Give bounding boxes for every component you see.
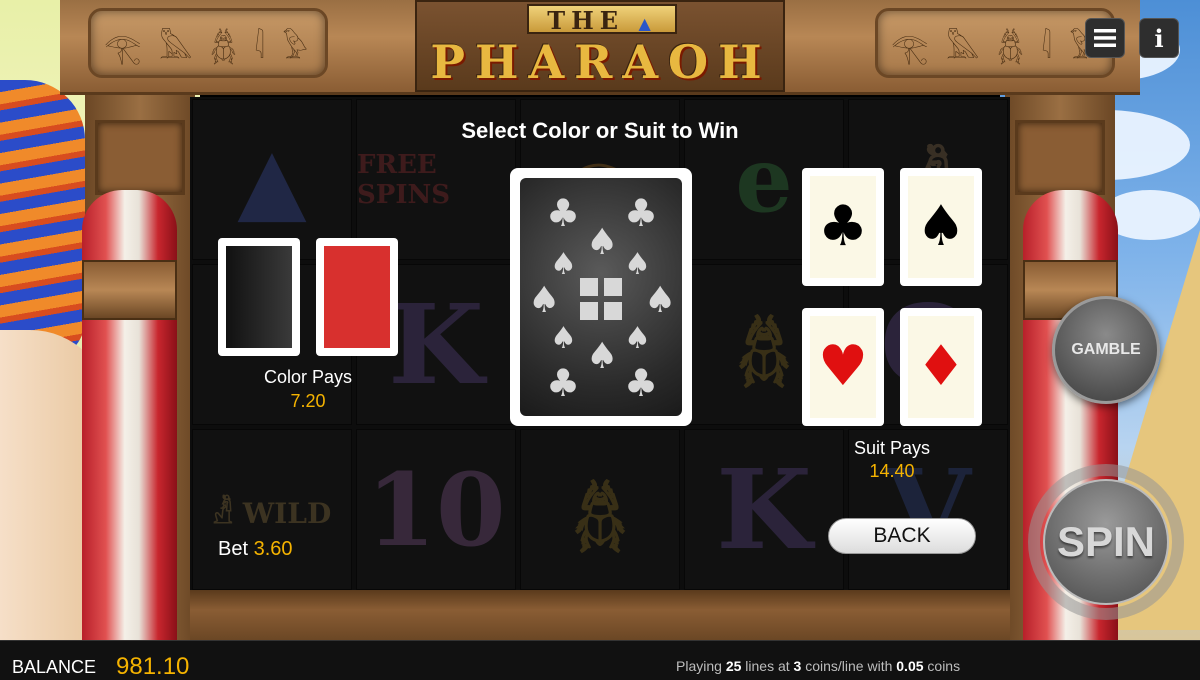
bottom-frame [190, 590, 1010, 640]
logo-the: THE ▲ [527, 4, 677, 35]
lines-count: 25 [725, 658, 742, 674]
info-mid1: lines at [745, 658, 790, 674]
face-down-card: ♣ ♣ ♣ ♣ ♠ ♠ ♠ ♠ ♠ ♠ ♠ ♠ [510, 168, 692, 426]
card-back-spade-club-pattern: ♣ ♣ ♣ ♣ ♠ ♠ ♠ ♠ ♠ ♠ ♠ ♠ [528, 191, 676, 405]
black-color-swatch [226, 246, 292, 348]
pharaoh-headdress-art [0, 80, 85, 360]
diamonds-icon: ♦ [908, 316, 974, 418]
balance-value: 981.10 [116, 653, 190, 680]
bet-value: 3.60 [253, 538, 293, 560]
card-back-pattern: ♣ ♣ ♣ ♣ ♠ ♠ ♠ ♠ ♠ ♠ ♠ ♠ [520, 178, 682, 416]
hieroglyph-panel-left: 𓂀 𓅓 𓆣 𓇋 𓅱 [88, 8, 328, 78]
game-logo: THE ▲ PHARAOH [415, 0, 785, 92]
info-icon: i [1154, 23, 1164, 53]
info-suffix: coins [927, 658, 961, 674]
svg-text:♠: ♠ [624, 321, 651, 356]
balance-label: BALANCE [12, 657, 97, 677]
bet-display: Bet 3.60 [218, 538, 293, 561]
suit-card-spades[interactable]: ♠ [900, 168, 982, 286]
logo-the-text: THE [547, 6, 625, 35]
svg-text:♣: ♣ [624, 191, 658, 235]
clubs-icon: ♣ [810, 176, 876, 278]
back-button[interactable]: BACK [828, 518, 976, 554]
suit-card-clubs[interactable]: ♣ [802, 168, 884, 286]
hearts-icon: ♥ [810, 316, 876, 418]
logo-pyramid-icon: ▲ [638, 14, 657, 33]
spades-icon: ♠ [908, 176, 974, 278]
suit-card-diamonds[interactable]: ♦ [900, 308, 982, 426]
coin-value: 0.05 [896, 658, 924, 674]
svg-text:♣: ♣ [546, 191, 580, 235]
svg-text:♠: ♠ [644, 280, 676, 321]
red-color-swatch [324, 246, 390, 348]
logo-pharaoh: PHARAOH [430, 35, 772, 89]
coins-per-line: 3 [793, 658, 802, 674]
color-pays-label: Color Pays [263, 367, 353, 387]
left-curtain [82, 190, 177, 640]
color-card-red[interactable] [316, 238, 398, 356]
hamburger-menu-icon [1094, 29, 1116, 47]
info-mid2: coins/line with [805, 658, 893, 674]
info-button[interactable]: i [1139, 18, 1179, 58]
suit-pays-value: 14.40 [869, 461, 915, 481]
info-prefix: Playing [676, 658, 722, 674]
color-pays-value: 7.20 [290, 391, 326, 411]
svg-text:♣: ♣ [624, 361, 658, 405]
svg-text:♠: ♠ [550, 247, 577, 282]
lines-info: Playing 25 lines at 3 coins/line with 0.… [676, 658, 960, 674]
svg-text:♠: ♠ [586, 336, 618, 377]
status-bar: BALANCE 981.10 Playing 25 lines at 3 coi… [0, 640, 1200, 680]
suit-pays-label: Suit Pays [853, 438, 931, 458]
suit-card-hearts[interactable]: ♥ [802, 308, 884, 426]
color-card-black[interactable] [218, 238, 300, 356]
hieroglyph-panel-right: 𓂀 𓅓 𓆣 𓇋 𓅱 [875, 8, 1115, 78]
gamble-title: Select Color or Suit to Win [461, 118, 739, 143]
menu-button[interactable] [1085, 18, 1125, 58]
spin-button[interactable]: SPIN [1043, 479, 1169, 605]
svg-text:♠: ♠ [624, 247, 651, 282]
svg-text:♣: ♣ [546, 361, 580, 405]
svg-text:♠: ♠ [550, 321, 577, 356]
svg-text:♠: ♠ [528, 280, 560, 321]
svg-text:♠: ♠ [586, 222, 618, 263]
bet-label: Bet [218, 538, 249, 560]
gamble-button[interactable]: GAMBLE [1052, 296, 1160, 404]
